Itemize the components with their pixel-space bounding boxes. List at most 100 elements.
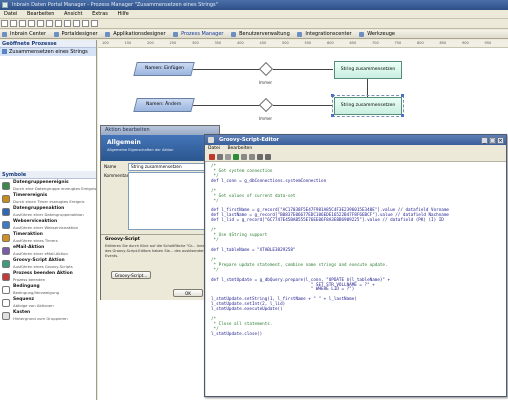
run-icon[interactable] xyxy=(91,20,98,27)
resize-handle[interactable] xyxy=(331,114,334,117)
ruler-tick: 850 xyxy=(439,41,447,45)
window-title: Inbrain Daten Portal Manager - Prozess M… xyxy=(12,2,218,8)
symbol-item[interactable]: eMail-Aktion Ausführen einer eMail-Aktion xyxy=(2,245,96,258)
zoom-icon[interactable] xyxy=(73,20,80,27)
symbol-item[interactable]: Datengruppenaktion Ausführen einer Dateng… xyxy=(2,206,96,219)
editor-menu-datei[interactable]: Datei xyxy=(208,146,220,151)
cut-icon[interactable] xyxy=(28,20,35,27)
node-label: Namen: Ändern xyxy=(146,102,182,107)
save-icon[interactable] xyxy=(19,20,26,27)
symbol-item[interactable]: Timeraktion Ausführen eines Timers xyxy=(2,232,96,245)
ruler-tick: 100 xyxy=(102,41,109,45)
ruler-tick: 450 xyxy=(259,41,267,45)
comment-field[interactable] xyxy=(128,172,216,230)
undo-icon[interactable] xyxy=(55,20,62,27)
event-node-change[interactable]: Namen: Ändern xyxy=(133,98,195,112)
new-icon[interactable] xyxy=(1,20,8,27)
name-field[interactable]: String zusammensetzen xyxy=(128,163,216,171)
symbol-item[interactable]: Prozess beenden Aktion Prozess beenden xyxy=(2,271,96,284)
menu-hilfe[interactable]: Hilfe xyxy=(113,10,132,19)
event-node-insert[interactable]: Namen: Einfügen xyxy=(133,62,195,76)
redo-icon[interactable] xyxy=(265,154,271,160)
check-icon[interactable] xyxy=(233,154,239,160)
menu-extras[interactable]: Extras xyxy=(88,10,112,19)
symbol-item[interactable]: Webserviceaktion Ausführen einer Webservi… xyxy=(2,219,96,232)
task-node[interactable]: String zusammensetzen xyxy=(334,61,402,79)
task-label: String zusammensetzen xyxy=(340,103,396,108)
symbol-icon xyxy=(2,182,10,190)
gateway-label: Immer xyxy=(259,80,273,85)
run-icon[interactable] xyxy=(209,154,215,160)
tab-prozess-manager[interactable]: Prozess Manager xyxy=(171,30,227,39)
tab-label: Portaldesigner xyxy=(61,31,98,37)
resize-handle[interactable] xyxy=(331,94,334,97)
tab-integrationscenter[interactable]: Integrationscenter xyxy=(295,30,355,39)
gateway-label: Immer xyxy=(259,116,273,121)
task-node-selected[interactable]: String zusammensetzen xyxy=(332,95,404,117)
ruler-tick: 250 xyxy=(169,41,177,45)
header-title: Allgemein xyxy=(107,139,141,146)
script-icon xyxy=(208,137,214,143)
ruler-tick: 400 xyxy=(237,41,244,45)
editor-menu-bearbeiten[interactable]: Bearbeiten xyxy=(227,146,252,151)
symbol-desc: Prozess beenden xyxy=(13,277,46,282)
process-item-label: Zusammensetzen eines Strings xyxy=(9,49,88,55)
symbol-desc: Bedingung/Verzweigung xyxy=(13,290,60,295)
tab-werkzeuge[interactable]: Werkzeuge xyxy=(357,30,399,39)
grid-icon[interactable] xyxy=(82,20,89,27)
tab-label: Prozess Manager xyxy=(181,31,224,37)
maximize-icon[interactable]: □ xyxy=(489,137,496,144)
symbol-item[interactable]: Datengruppenereignis Durch eine Datengrup… xyxy=(2,180,96,193)
ok-button[interactable]: OK xyxy=(173,289,203,297)
save-icon[interactable] xyxy=(217,154,223,160)
groovy-script-button[interactable]: Groovy-Script... xyxy=(111,271,151,279)
copy-icon[interactable] xyxy=(241,154,247,160)
main-toolbar xyxy=(0,19,508,29)
ruler-tick: 900 xyxy=(462,41,469,45)
resize-handle[interactable] xyxy=(401,94,404,97)
tab-portaldesigner[interactable]: Portaldesigner xyxy=(52,30,102,39)
connector xyxy=(273,69,333,70)
tab-inbrain-center[interactable]: Inbrain Center xyxy=(0,30,50,39)
process-list-item[interactable]: Zusammensetzen eines Strings xyxy=(0,48,96,56)
menu-ansicht[interactable]: Ansicht xyxy=(60,10,86,19)
dialog-title: Aktion bearbeiten xyxy=(101,126,219,135)
close-icon[interactable]: × xyxy=(497,137,504,144)
symbol-item[interactable]: Groovy-Script Aktion Ausführen eines Groo… xyxy=(2,258,96,271)
symbol-item[interactable]: Timerereignis Durch einen Timer erzeugtes… xyxy=(2,193,96,206)
connector xyxy=(193,69,263,70)
cut-icon[interactable] xyxy=(225,154,231,160)
node-label: Namen: Einfügen xyxy=(144,66,184,71)
ruler-tick: 350 xyxy=(214,41,222,45)
redo-icon[interactable] xyxy=(64,20,71,27)
name-label: Name xyxy=(104,164,117,169)
action-properties-dialog: Aktion bearbeiten Allgemein Allgemeine E… xyxy=(100,125,220,300)
groovy-script-editor: Groovy-Script-Editor _ □ × Datei Bearbeite… xyxy=(204,134,507,397)
minimize-icon[interactable]: _ xyxy=(481,137,488,144)
connector xyxy=(273,105,333,106)
tab-label: Benutzerverwaltung xyxy=(239,31,290,37)
open-icon[interactable] xyxy=(10,20,17,27)
undo-icon[interactable] xyxy=(257,154,263,160)
ruler-tick: 600 xyxy=(327,41,334,45)
resize-handle[interactable] xyxy=(401,114,404,117)
tab-benutzerverwaltung[interactable]: Benutzerverwaltung xyxy=(229,30,294,39)
paste-icon[interactable] xyxy=(46,20,53,27)
connector xyxy=(367,79,368,99)
menu-bearbeiten[interactable]: Bearbeiten xyxy=(23,10,58,19)
paste-icon[interactable] xyxy=(249,154,255,160)
symbol-desc: Durch eine Datengruppe erzeugtes Ereigni… xyxy=(13,186,97,191)
symbol-desc: Hintergrund zum Gruppieren xyxy=(13,316,68,321)
process-icon xyxy=(2,49,7,54)
symbol-item[interactable]: Sequenz Abfolge von Aktionen xyxy=(2,297,96,310)
symbol-desc: Ausführen einer Datengruppenaktion xyxy=(13,212,84,217)
tab-applikationsdesigner[interactable]: Applikationsdesigner xyxy=(103,30,169,39)
symbol-item[interactable]: Kasten Hintergrund zum Gruppieren xyxy=(2,310,96,323)
connector xyxy=(193,105,263,106)
copy-icon[interactable] xyxy=(37,20,44,27)
menu-datei[interactable]: Datei xyxy=(0,10,21,19)
symbol-item[interactable]: Bedingung Bedingung/Verzweigung xyxy=(2,284,96,297)
code-area[interactable]: /* * Get system connection */def l_conn … xyxy=(205,162,506,396)
ruler-tick: 750 xyxy=(394,41,402,45)
